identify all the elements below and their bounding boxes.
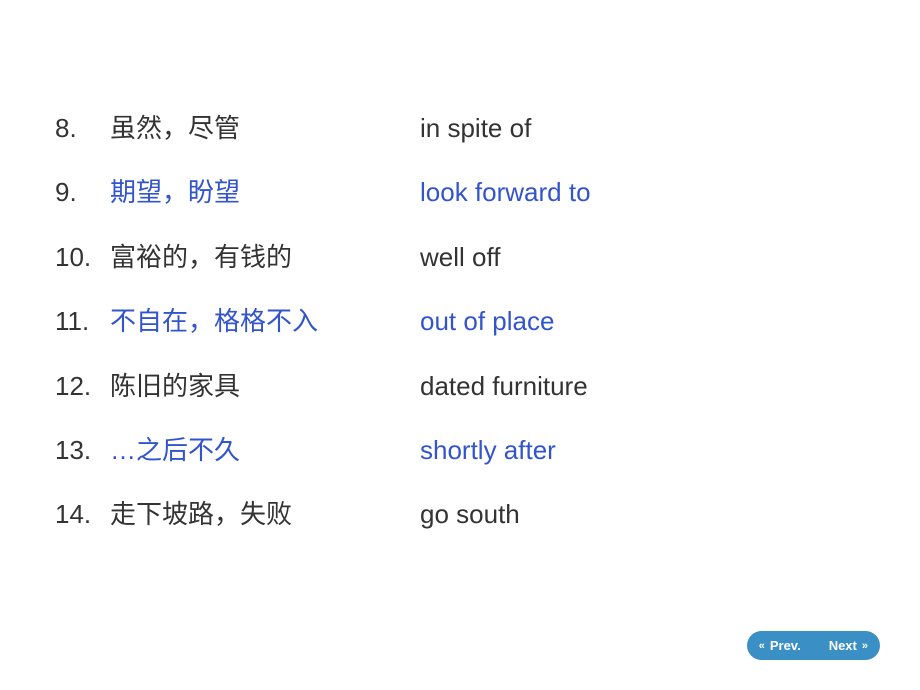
vocab-number: 13. bbox=[55, 432, 110, 468]
vocab-chinese: 期望，盼望 bbox=[110, 174, 420, 210]
vocab-english: shortly after bbox=[420, 432, 865, 468]
next-button[interactable]: Next » bbox=[815, 631, 880, 660]
vocab-list: 8.虽然，尽管in spite of 9.期望，盼望look forward to… bbox=[55, 110, 865, 561]
vocab-english: go south bbox=[420, 496, 865, 532]
vocab-row: 14.走下坡路，失败go south bbox=[55, 496, 865, 532]
prev-label: Prev. bbox=[770, 638, 801, 653]
vocab-row: 10.富裕的，有钱的well off bbox=[55, 239, 865, 275]
vocab-number: 12. bbox=[55, 368, 110, 404]
vocab-number: 8. bbox=[55, 110, 110, 146]
vocab-number: 9. bbox=[55, 174, 110, 210]
vocab-english: in spite of bbox=[420, 110, 865, 146]
vocab-english: out of place bbox=[420, 303, 865, 339]
vocab-chinese: 虽然，尽管 bbox=[110, 110, 420, 146]
prev-chevron-icon: « bbox=[759, 640, 765, 652]
vocab-number: 14. bbox=[55, 496, 110, 532]
vocab-chinese: 走下坡路，失败 bbox=[110, 496, 420, 532]
next-label: Next bbox=[829, 638, 857, 653]
vocab-row: 12.陈旧的家具dated furniture bbox=[55, 368, 865, 404]
vocab-chinese: 陈旧的家具 bbox=[110, 368, 420, 404]
vocab-english: well off bbox=[420, 239, 865, 275]
navigation-bar: « Prev. Next » bbox=[747, 631, 880, 660]
vocab-row: 9.期望，盼望look forward to bbox=[55, 174, 865, 210]
vocab-row: 13.…之后不久shortly after bbox=[55, 432, 865, 468]
vocab-row: 11.不自在，格格不入out of place bbox=[55, 303, 865, 339]
vocab-chinese: …之后不久 bbox=[110, 432, 420, 468]
vocab-chinese: 不自在，格格不入 bbox=[110, 303, 420, 339]
prev-button[interactable]: « Prev. bbox=[747, 631, 815, 660]
vocab-number: 10. bbox=[55, 239, 110, 275]
next-chevron-icon: » bbox=[862, 640, 868, 652]
vocab-row: 8.虽然，尽管in spite of bbox=[55, 110, 865, 146]
vocab-english: look forward to bbox=[420, 174, 865, 210]
vocab-english: dated furniture bbox=[420, 368, 865, 404]
vocab-chinese: 富裕的，有钱的 bbox=[110, 239, 420, 275]
vocab-number: 11. bbox=[55, 303, 110, 339]
